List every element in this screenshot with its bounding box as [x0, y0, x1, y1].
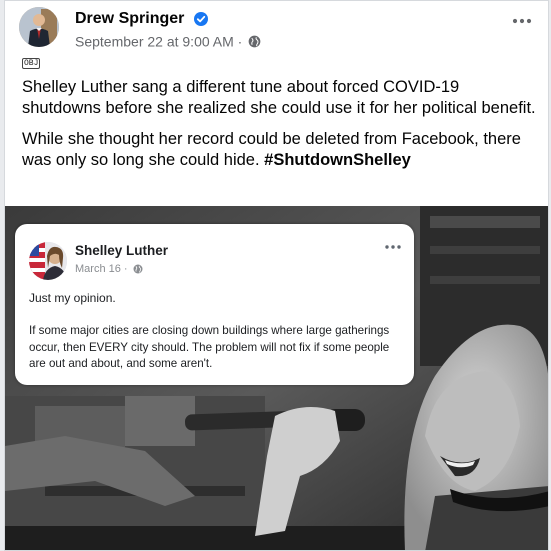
post-meta: September 22 at 9:00 AM · [75, 32, 261, 49]
more-horizontal-icon [512, 18, 532, 24]
flag-avatar-photo [29, 242, 67, 280]
author-name-row: Drew Springer [75, 10, 208, 28]
post-paragraph-1: Shelley Luther sang a different tune abo… [22, 78, 536, 117]
embedded-post-body: If some major cities are closing down bu… [29, 324, 390, 370]
embedded-author-name: Shelley Luther [75, 243, 169, 258]
hashtag-link[interactable]: #ShutdownShelley [264, 151, 411, 169]
embedded-public-globe-icon [133, 264, 143, 274]
embedded-author-avatar [29, 242, 67, 280]
author-avatar[interactable] [19, 7, 59, 47]
embedded-post-meta: March 16 · [75, 263, 143, 275]
facebook-post-card: Drew Springer September 22 at 9:00 AM · … [4, 0, 549, 551]
verified-badge-icon [193, 12, 208, 26]
post-text: Shelley Luther sang a different tune abo… [22, 77, 536, 181]
post-paragraph-2: While she thought her record could be de… [22, 129, 536, 171]
embedded-post-card: Shelley Luther March 16 · Just my opinio… [15, 224, 414, 385]
author-avatar-photo [19, 7, 59, 47]
post-header: Drew Springer September 22 at 9:00 AM · [19, 7, 538, 49]
author-name[interactable]: Drew Springer [75, 10, 184, 28]
post-timestamp[interactable]: September 22 at 9:00 AM [75, 33, 234, 49]
embedded-timestamp: March 16 [75, 263, 121, 275]
obj-badge: OBJ [22, 58, 41, 69]
public-globe-icon [248, 35, 261, 48]
embedded-meta-separator: · [123, 263, 128, 275]
meta-separator: · [237, 33, 243, 50]
embedded-more-horizontal-icon [385, 245, 401, 249]
post-photo[interactable]: Shelley Luther March 16 · Just my opinio… [5, 206, 548, 550]
more-options-button[interactable] [510, 13, 534, 29]
embedded-post-line1: Just my opinion. [29, 291, 116, 305]
embedded-more-icon [384, 238, 402, 254]
